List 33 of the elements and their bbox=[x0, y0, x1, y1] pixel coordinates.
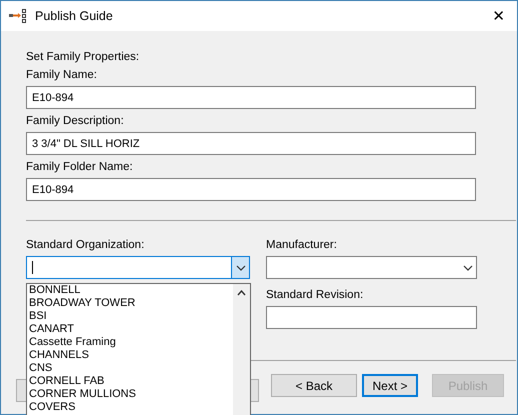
dropdown-option[interactable]: BSI bbox=[27, 310, 233, 323]
scrollbar[interactable] bbox=[233, 284, 250, 415]
text-field[interactable]: E10-894 bbox=[26, 178, 476, 201]
combo-box[interactable] bbox=[266, 256, 477, 279]
field-label: Standard Organization: bbox=[26, 239, 146, 251]
dropdown-option[interactable]: CORNER MULLIONS bbox=[27, 388, 233, 401]
section-heading: Set Family Properties: bbox=[26, 51, 140, 63]
field-label: Family Folder Name: bbox=[26, 161, 134, 173]
dropdown-option[interactable]: BROADWAY TOWER bbox=[27, 297, 233, 310]
combo-box[interactable] bbox=[26, 256, 250, 279]
dropdown-option[interactable]: CNS bbox=[27, 362, 233, 375]
field-label: Family Name: bbox=[26, 69, 98, 81]
text-field[interactable]: E10-894 bbox=[26, 86, 476, 109]
dropdown-option[interactable]: CORNELL FAB bbox=[27, 375, 233, 388]
close-button[interactable]: ✕ bbox=[488, 7, 509, 25]
field-label: Standard Revision: bbox=[266, 289, 364, 301]
text-cursor bbox=[32, 261, 33, 274]
window-title: Publish Guide bbox=[35, 9, 114, 23]
text-field[interactable]: 3 3/4" DL SILL HORIZ bbox=[26, 132, 476, 155]
dropdown-option[interactable]: COVERS bbox=[27, 401, 233, 414]
dialog-button[interactable]: Next > bbox=[362, 374, 418, 397]
app-icon bbox=[9, 9, 29, 23]
field-label: Manufacturer: bbox=[266, 239, 338, 251]
field-label: Family Description: bbox=[26, 115, 125, 127]
dropdown-option[interactable]: CANART bbox=[27, 323, 233, 336]
text-field[interactable] bbox=[266, 306, 477, 329]
caret-icon bbox=[236, 264, 246, 270]
dropdown-option[interactable]: BONNELL bbox=[27, 284, 233, 297]
caret-icon bbox=[462, 264, 472, 270]
dialog-button[interactable]: < Back bbox=[271, 374, 357, 397]
scroll-up-icon[interactable] bbox=[237, 290, 246, 296]
dropdown-option[interactable]: Cassette Framing bbox=[27, 336, 233, 349]
dropdown-option[interactable]: CHANNELS bbox=[27, 349, 233, 362]
